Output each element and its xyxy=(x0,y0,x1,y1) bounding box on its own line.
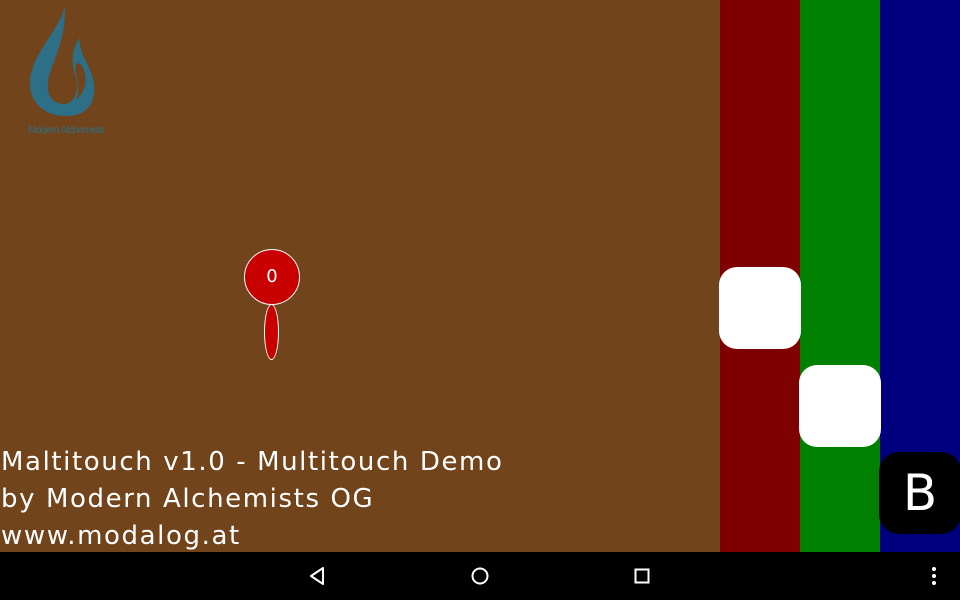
green-slider-track[interactable] xyxy=(800,0,880,552)
home-icon xyxy=(471,567,489,585)
touch-canvas[interactable]: Modern Alchemists 0 Maltitouch v1.0 - Mu… xyxy=(0,0,720,552)
flame-icon xyxy=(30,6,95,116)
back-button[interactable] xyxy=(294,552,342,600)
app-url-line: www.modalog.at xyxy=(1,521,241,551)
app-author-line: by Modern Alchemists OG xyxy=(1,484,375,514)
recents-icon xyxy=(634,568,650,584)
home-button[interactable] xyxy=(456,552,504,600)
logo-text: Modern Alchemists xyxy=(28,125,104,136)
modern-alchemists-logo: Modern Alchemists xyxy=(18,4,118,144)
app-info: Maltitouch v1.0 - Multitouch Demo by Mod… xyxy=(1,444,504,555)
b-button[interactable]: B xyxy=(879,452,960,534)
app-screen: Modern Alchemists 0 Maltitouch v1.0 - Mu… xyxy=(0,0,960,600)
recents-button[interactable] xyxy=(618,552,666,600)
app-title-line: Maltitouch v1.0 - Multitouch Demo xyxy=(1,447,504,477)
overflow-menu-button[interactable] xyxy=(910,552,958,600)
touch-point-marker: 0 xyxy=(244,249,300,305)
overflow-menu-icon xyxy=(932,567,936,585)
red-slider-thumb[interactable] xyxy=(719,267,801,349)
touch-point-trail xyxy=(264,304,279,360)
system-navigation-bar xyxy=(0,552,960,600)
green-slider-thumb[interactable] xyxy=(799,365,881,447)
back-icon xyxy=(310,567,324,585)
